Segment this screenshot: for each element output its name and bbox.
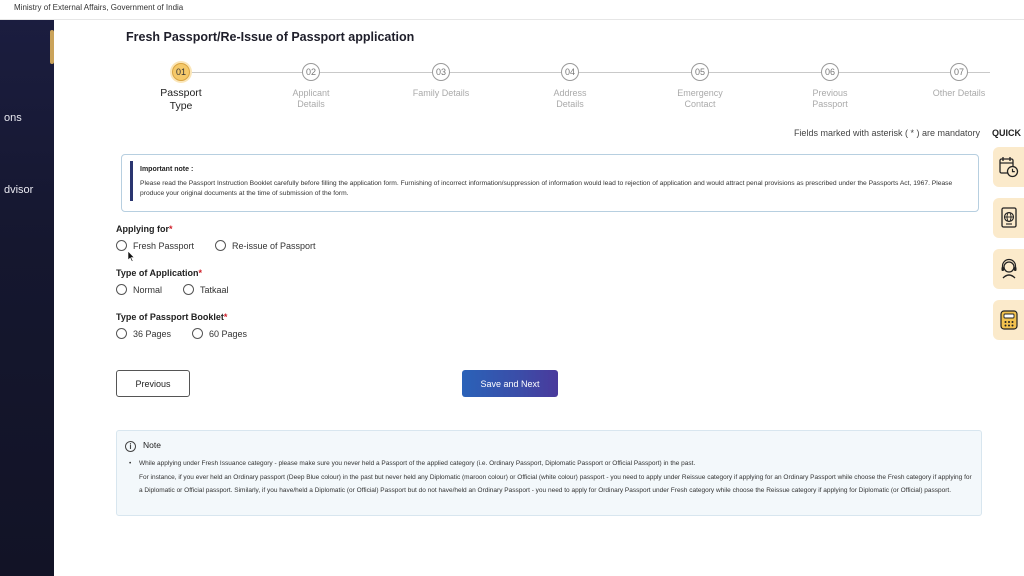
- booklet-type-label: Type of Passport Booklet*: [116, 312, 228, 322]
- info-icon: i: [125, 441, 136, 452]
- radio-normal[interactable]: Normal: [116, 284, 162, 295]
- note-detail: For instance, if you ever held an Ordina…: [139, 474, 972, 494]
- step-label: Applicant Details: [292, 88, 330, 109]
- applying-for-label: Applying for*: [116, 224, 173, 234]
- radio-label: Tatkaal: [200, 284, 229, 295]
- radio-label: Fresh Passport: [133, 240, 195, 251]
- step-number: 03: [432, 63, 450, 81]
- important-note-accent: [130, 161, 133, 201]
- step-emergency-contact[interactable]: 05 Emergency Contact: [670, 63, 730, 110]
- calendar-clock-icon: [999, 157, 1019, 178]
- radio-label: 60 Pages: [209, 328, 248, 339]
- step-label: Passport Type: [160, 87, 202, 112]
- top-strip: Ministry of External Affairs, Government…: [0, 0, 1024, 20]
- step-label: Family Details: [412, 88, 470, 98]
- sidebar: ons dvisor: [0, 20, 54, 576]
- step-number: 04: [561, 63, 579, 81]
- step-passport-type[interactable]: 01 Passport Type: [151, 63, 211, 113]
- radio-reissue-passport[interactable]: Re-issue of Passport: [215, 240, 316, 251]
- step-number: 06: [821, 63, 839, 81]
- support-agent-icon: [1001, 258, 1017, 279]
- note-box: i Note • While applying under Fresh Issua…: [116, 430, 982, 516]
- quick-link-fee-calculator[interactable]: [993, 300, 1024, 340]
- radio-tatkaal[interactable]: Tatkaal: [183, 284, 229, 295]
- page-title: Fresh Passport/Re-Issue of Passport appl…: [126, 30, 415, 44]
- radio-60-pages[interactable]: 60 Pages: [192, 328, 247, 339]
- quick-link-support[interactable]: [993, 249, 1024, 289]
- mandatory-fields-note: Fields marked with asterisk ( * ) are ma…: [793, 128, 980, 138]
- mouse-cursor-icon: [128, 251, 135, 262]
- step-number: 01: [172, 63, 190, 81]
- sidebar-item-1[interactable]: ons: [4, 112, 22, 124]
- step-family-details[interactable]: 03 Family Details: [411, 63, 471, 99]
- step-label: Other Details: [932, 88, 986, 98]
- passport-globe-icon: [1001, 207, 1017, 228]
- save-and-next-button[interactable]: Save and Next: [462, 370, 558, 397]
- sidebar-item-2[interactable]: dvisor: [4, 184, 33, 196]
- radio-label: Normal: [133, 284, 163, 295]
- quick-links-title: QUICK L: [992, 128, 1024, 138]
- ministry-label: Ministry of External Affairs, Government…: [14, 3, 184, 12]
- previous-button[interactable]: Previous: [116, 370, 190, 397]
- important-note: Important note : Please read the Passpor…: [121, 154, 979, 212]
- note-bullet: • While applying under Fresh Issuance cat…: [129, 460, 696, 467]
- step-number: 02: [302, 63, 320, 81]
- radio-label: 36 Pages: [133, 328, 172, 339]
- step-address-details[interactable]: 04 Address Details: [540, 63, 600, 110]
- radio-circle[interactable]: [192, 328, 203, 339]
- radio-36-pages[interactable]: 36 Pages: [116, 328, 171, 339]
- quick-links-panel: QUICK L: [990, 20, 1024, 576]
- step-applicant-details[interactable]: 02 Applicant Details: [281, 63, 341, 110]
- radio-circle[interactable]: [215, 240, 226, 251]
- quick-link-appointment[interactable]: [993, 147, 1024, 187]
- radio-fresh-passport[interactable]: Fresh Passport: [116, 240, 194, 251]
- step-number: 07: [950, 63, 968, 81]
- radio-circle[interactable]: [116, 328, 127, 339]
- important-note-text: Please read the Passport Instruction Boo…: [140, 180, 953, 197]
- application-type-label: Type of Application*: [116, 268, 203, 278]
- main-content: Fresh Passport/Re-Issue of Passport appl…: [54, 20, 990, 576]
- step-label: Emergency Contact: [677, 88, 723, 109]
- radio-circle[interactable]: [183, 284, 194, 295]
- step-label: Address Details: [553, 88, 587, 109]
- step-other-details[interactable]: 07 Other Details: [929, 63, 989, 99]
- radio-circle[interactable]: [116, 240, 127, 251]
- quick-link-passport[interactable]: [993, 198, 1024, 238]
- radio-label: Re-issue of Passport: [232, 240, 316, 251]
- fee-calculator-icon: [1000, 310, 1018, 330]
- note-title: Note: [143, 440, 161, 450]
- step-previous-passport[interactable]: 06 Previous Passport: [800, 63, 860, 110]
- step-number: 05: [691, 63, 709, 81]
- radio-circle[interactable]: [116, 284, 127, 295]
- important-note-title: Important note :: [140, 166, 194, 173]
- step-label: Previous Passport: [812, 88, 848, 109]
